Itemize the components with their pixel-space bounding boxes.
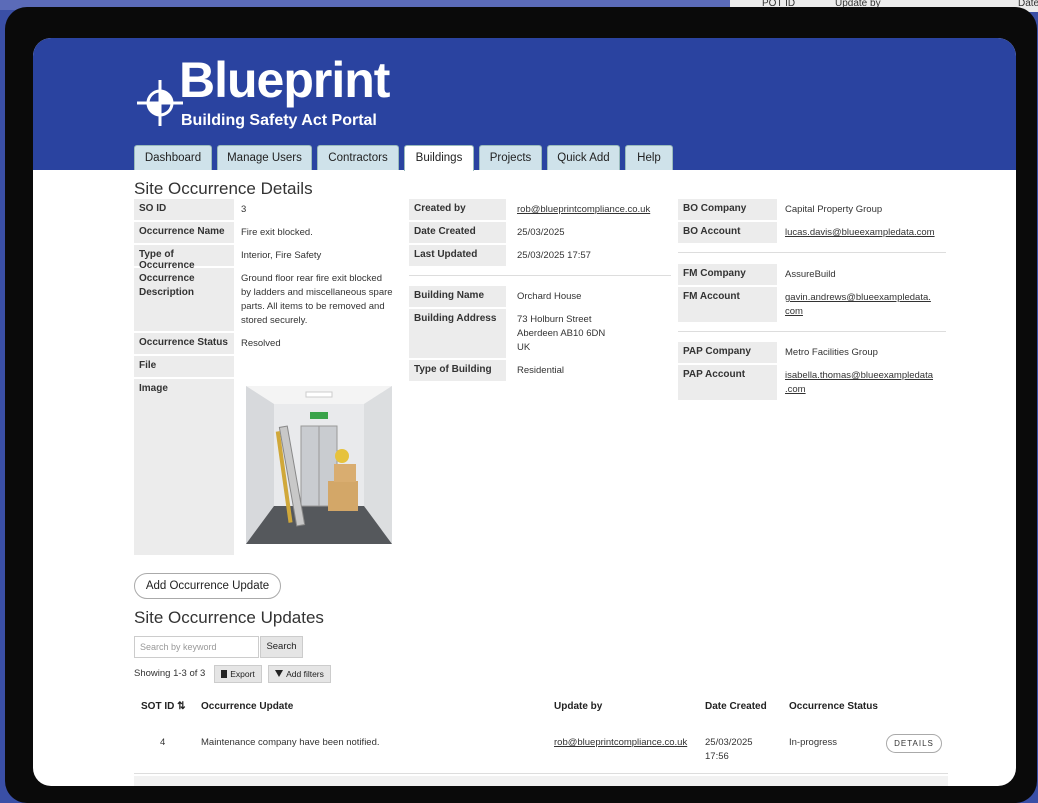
cell-date-created: 25/03/2025 17:56	[705, 736, 753, 764]
cell-occurrence-update: Maintenance company have been notified.	[201, 737, 380, 748]
brand-tagline: Building Safety Act Portal	[181, 112, 377, 129]
add-occurrence-update-button[interactable]: Add Occurrence Update	[134, 573, 281, 599]
date-line: 25/03/2025	[705, 737, 753, 748]
desc-line: by ladders and miscellaneous spare	[241, 287, 393, 298]
desc-line: stored securely.	[241, 315, 308, 326]
link-pap-account[interactable]: isabella.thomas@blueexampledata .com	[785, 369, 933, 397]
label-created-by: Created by	[409, 199, 506, 220]
label-desc-line1: Occurrence	[139, 273, 195, 284]
label-last-updated: Last Updated	[409, 245, 506, 266]
cell-update-by-link[interactable]: rob@blueprintcompliance.co.uk	[554, 736, 687, 750]
time-line: 17:56	[705, 751, 729, 762]
brand-logo[interactable]: Blueprint Building Safety Act Portal	[137, 52, 437, 136]
search-input[interactable]: Search by keyword	[134, 636, 259, 658]
label-so-id: SO ID	[134, 199, 234, 220]
value-pap-company: Metro Facilities Group	[785, 347, 878, 358]
value-so-id: 3	[241, 204, 247, 215]
label-occurrence-name: Occurrence Name	[134, 222, 234, 243]
value-building-address: 73 Holburn Street Aberdeen AB10 6DN UK	[517, 313, 605, 355]
fm-account-line: gavin.andrews@blueexampledata.	[785, 292, 931, 303]
app-header: Blueprint Building Safety Act Portal Das…	[33, 38, 1016, 171]
col-occurrence-update: Occurrence Update	[201, 701, 294, 712]
tab-contractors[interactable]: Contractors	[317, 145, 399, 170]
search-button[interactable]: Search	[260, 636, 303, 658]
add-filters-button[interactable]: Add filters	[268, 665, 331, 683]
export-label: Export	[230, 669, 255, 679]
pap-account-line: isabella.thomas@blueexampledata	[785, 370, 934, 381]
label-image: Image	[134, 379, 234, 555]
brand-name: Blueprint	[179, 52, 390, 108]
export-button[interactable]: Export	[214, 665, 262, 683]
value-occurrence-status: Resolved	[241, 338, 281, 349]
label-building-name: Building Name	[409, 286, 506, 307]
label-occurrence-type: Type of Occurrence	[134, 245, 234, 271]
tab-buildings[interactable]: Buildings	[404, 145, 474, 171]
label-occurrence-status: Occurrence Status	[134, 333, 234, 354]
label-building-type: Type of Building	[409, 360, 506, 381]
section-divider	[409, 275, 671, 276]
fire-exit-photo-image	[246, 386, 392, 544]
address-line: 73 Holburn Street	[517, 314, 592, 325]
cell-sot-id: 4	[160, 737, 166, 748]
row-divider	[134, 773, 948, 774]
tablet-frame: Blueprint Building Safety Act Portal Das…	[5, 7, 1037, 803]
page-title: Site Occurrence Details	[134, 179, 313, 198]
label-desc-line2: Description	[139, 287, 195, 298]
desc-line: Ground floor rear fire exit blocked	[241, 273, 382, 284]
label-fm-account: FM Account	[678, 287, 777, 322]
tab-manage-users[interactable]: Manage Users	[217, 145, 312, 170]
details-button[interactable]: DETAILS	[886, 734, 942, 753]
link-created-by[interactable]: rob@blueprintcompliance.co.uk	[517, 203, 650, 217]
address-line: UK	[517, 342, 531, 353]
value-bo-company: Capital Property Group	[785, 204, 883, 215]
col-sot-id[interactable]: SOT ID ⇅	[141, 701, 186, 712]
tab-dashboard[interactable]: Dashboard	[134, 145, 212, 170]
col-date-created: Date Created	[705, 701, 767, 712]
link-fm-account[interactable]: gavin.andrews@blueexampledata. com	[785, 291, 931, 319]
filter-icon	[275, 670, 284, 677]
col-occurrence-status: Occurrence Status	[789, 701, 878, 712]
value-occurrence-type: Interior, Fire Safety	[241, 250, 322, 261]
fm-account-line: com	[785, 306, 803, 317]
blueprint-crosshair-icon	[137, 80, 183, 126]
value-occurrence-description: Ground floor rear fire exit blocked by l…	[241, 272, 393, 328]
label-building-address: Building Address	[409, 309, 506, 358]
updates-title: Site Occurrence Updates	[134, 608, 324, 627]
results-count: Showing 1-3 of 3	[134, 668, 206, 679]
value-building-name: Orchard House	[517, 291, 582, 302]
app-screen: Blueprint Building Safety Act Portal Das…	[33, 38, 1016, 786]
label-bo-account: BO Account	[678, 222, 777, 243]
tab-projects[interactable]: Projects	[479, 145, 542, 170]
tab-help[interactable]: Help	[625, 145, 673, 170]
col-update-by: Update by	[554, 701, 603, 712]
value-last-updated: 25/03/2025 17:57	[517, 250, 591, 261]
value-fm-company: AssureBuild	[785, 269, 836, 280]
label-bo-company: BO Company	[678, 199, 777, 220]
section-divider	[678, 252, 946, 253]
cell-status: In-progress	[789, 737, 838, 748]
desc-line: parts. All items to be removed and	[241, 301, 385, 312]
section-divider	[678, 331, 946, 332]
sort-icon: ⇅	[177, 701, 186, 712]
occurrence-photo[interactable]	[246, 386, 392, 544]
link-bo-account[interactable]: lucas.davis@blueexampledata.com	[785, 226, 935, 240]
add-filters-label: Add filters	[286, 669, 324, 679]
value-occurrence-name: Fire exit blocked.	[241, 227, 313, 238]
label-fm-company: FM Company	[678, 264, 777, 285]
pap-account-line: .com	[785, 384, 806, 395]
address-line: Aberdeen AB10 6DN	[517, 328, 606, 339]
value-building-type: Residential	[517, 365, 564, 376]
label-occurrence-description: Occurrence Description	[134, 268, 234, 331]
value-date-created: 25/03/2025	[517, 227, 565, 238]
label-date-created: Date Created	[409, 222, 506, 243]
tab-quick-add[interactable]: Quick Add	[547, 145, 620, 170]
col-sot-id-label: SOT ID	[141, 701, 175, 712]
document-icon	[221, 670, 228, 678]
label-pap-company: PAP Company	[678, 342, 777, 363]
next-row-partial	[134, 776, 948, 786]
label-file: File	[134, 356, 234, 377]
label-pap-account: PAP Account	[678, 365, 777, 400]
